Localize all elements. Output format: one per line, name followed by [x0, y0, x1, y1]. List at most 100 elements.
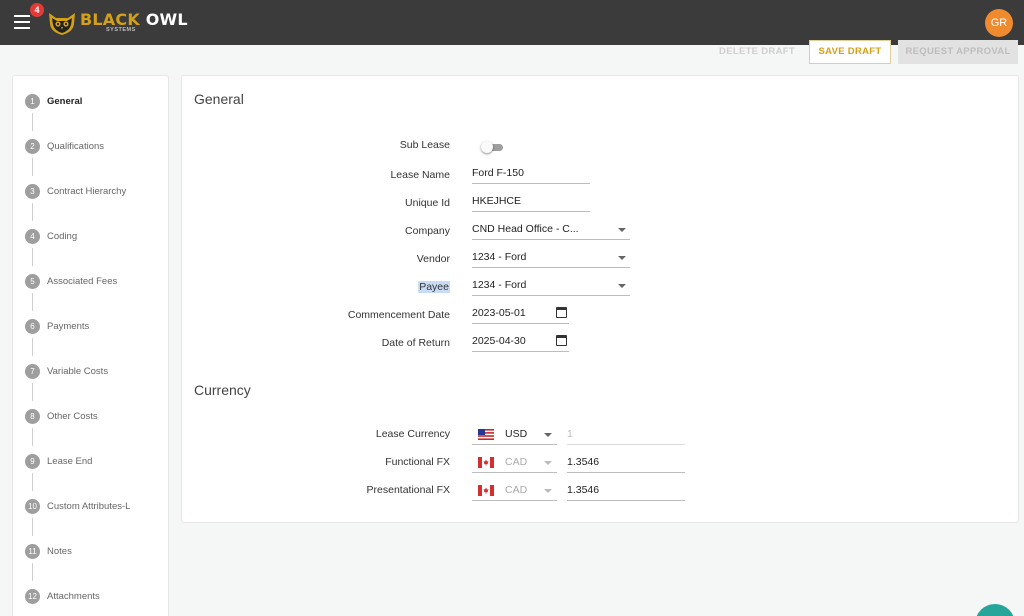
- presentational-currency-select: CAD: [472, 479, 557, 501]
- hamburger-menu-icon[interactable]: [14, 15, 30, 29]
- step-label: Variable Costs: [47, 365, 109, 377]
- step-number: 10: [25, 498, 40, 514]
- step-label: Contract Hierarchy: [47, 185, 127, 197]
- step-coding[interactable]: 4 Coding: [25, 228, 77, 244]
- step-general[interactable]: 1 General: [25, 93, 82, 109]
- chevron-down-icon: [618, 284, 626, 288]
- step-variable-costs[interactable]: 7 Variable Costs: [25, 363, 108, 379]
- step-number: 11: [25, 543, 40, 559]
- commencement-date-label: Commencement Date: [347, 309, 450, 321]
- payee-label: Payee: [418, 281, 450, 293]
- step-connector: [32, 518, 33, 536]
- step-number: 2: [25, 138, 40, 154]
- step-number: 5: [25, 273, 40, 289]
- chevron-down-icon: [618, 256, 626, 260]
- unique-id-label: Unique Id: [405, 197, 450, 209]
- lease-name-input[interactable]: Ford F-150: [472, 164, 590, 184]
- chevron-down-icon: [544, 461, 552, 465]
- step-notes[interactable]: 11 Notes: [25, 543, 72, 559]
- step-lease-end[interactable]: 9 Lease End: [25, 453, 92, 469]
- canada-flag-icon: [478, 485, 494, 496]
- us-flag-icon: [478, 429, 494, 440]
- step-number: 1: [25, 93, 40, 109]
- black-owl-logo[interactable]: BLACK OWL SYSTEMS: [47, 9, 188, 37]
- step-label: Custom Attributes-L: [47, 500, 131, 512]
- step-connector: [32, 338, 33, 356]
- step-label: Other Costs: [47, 410, 98, 422]
- chevron-down-icon: [618, 228, 626, 232]
- step-qualifications[interactable]: 2 Qualifications: [25, 138, 104, 154]
- currency-code: CAD: [505, 456, 528, 468]
- lease-currency-select[interactable]: USD: [472, 423, 557, 445]
- step-other-costs[interactable]: 8 Other Costs: [25, 408, 98, 424]
- step-connector: [32, 428, 33, 446]
- step-number: 12: [25, 588, 40, 604]
- step-connector: [32, 473, 33, 491]
- action-bar: DELETE DRAFT SAVE DRAFT REQUEST APPROVAL: [0, 40, 1024, 64]
- functional-fx-rate-input[interactable]: 1.3546: [567, 451, 685, 473]
- step-number: 6: [25, 318, 40, 334]
- step-connector: [32, 383, 33, 401]
- functional-currency-select: CAD: [472, 451, 557, 473]
- step-label: Coding: [47, 230, 78, 242]
- canada-flag-icon: [478, 457, 494, 468]
- top-app-bar: 4 BLACK OWL SYSTEMS GR: [0, 0, 1024, 45]
- step-connector: [32, 563, 33, 581]
- step-custom-attributes[interactable]: 10 Custom Attributes-L: [25, 498, 130, 514]
- date-of-return-input[interactable]: 2025-04-30: [472, 332, 569, 352]
- logo-word-owl: OWL: [145, 10, 188, 30]
- step-contract-hierarchy[interactable]: 3 Contract Hierarchy: [25, 183, 126, 199]
- currency-section-title: Currency: [194, 382, 251, 398]
- currency-code: USD: [505, 428, 528, 440]
- step-connector: [32, 248, 33, 266]
- logo-subtitle: SYSTEMS: [106, 27, 136, 34]
- floating-action-button[interactable]: [975, 604, 1015, 616]
- step-connector: [32, 158, 33, 176]
- calendar-icon[interactable]: [556, 335, 567, 346]
- lease-currency-rate: 1: [567, 423, 685, 445]
- lease-name-label: Lease Name: [390, 169, 450, 181]
- date-of-return-label: Date of Return: [381, 337, 450, 349]
- save-draft-button[interactable]: SAVE DRAFT: [809, 40, 891, 64]
- sub-lease-toggle[interactable]: [481, 140, 505, 154]
- step-connector: [32, 203, 33, 221]
- vendor-select[interactable]: 1234 - Ford: [472, 248, 630, 268]
- stepper-sidebar: 1 General 2 Qualifications 3 Contract Hi…: [12, 75, 169, 616]
- delete-draft-button[interactable]: DELETE DRAFT: [712, 40, 802, 64]
- chevron-down-icon: [544, 433, 552, 437]
- calendar-icon[interactable]: [556, 307, 567, 318]
- lease-form-card: General Sub Lease Lease Name Ford F-150 …: [181, 75, 1019, 523]
- company-label: Company: [405, 225, 450, 237]
- company-select[interactable]: CND Head Office - C...: [472, 220, 630, 240]
- notification-badge: 4: [30, 3, 44, 17]
- presentational-fx-rate-input[interactable]: 1.3546: [567, 479, 685, 501]
- step-number: 4: [25, 228, 40, 244]
- chevron-down-icon: [544, 489, 552, 493]
- payee-select[interactable]: 1234 - Ford: [472, 276, 630, 296]
- vendor-label: Vendor: [416, 253, 450, 265]
- commencement-date-input[interactable]: 2023-05-01: [472, 304, 569, 324]
- presentational-fx-label: Presentational FX: [366, 484, 450, 496]
- request-approval-button[interactable]: REQUEST APPROVAL: [898, 40, 1018, 64]
- functional-fx-label: Functional FX: [385, 456, 450, 468]
- step-number: 7: [25, 363, 40, 379]
- step-number: 9: [25, 453, 40, 469]
- step-payments[interactable]: 6 Payments: [25, 318, 89, 334]
- owl-logo-icon: [49, 13, 75, 35]
- step-associated-fees[interactable]: 5 Associated Fees: [25, 273, 117, 289]
- step-label: Payments: [47, 320, 90, 332]
- lease-currency-label: Lease Currency: [375, 428, 450, 440]
- unique-id-input[interactable]: HKEJHCE: [472, 192, 590, 212]
- step-label: Notes: [47, 545, 72, 557]
- step-number: 8: [25, 408, 40, 424]
- user-avatar[interactable]: GR: [985, 9, 1013, 37]
- step-label: General: [47, 95, 83, 107]
- step-attachments[interactable]: 12 Attachments: [25, 588, 100, 604]
- step-label: Associated Fees: [47, 275, 118, 287]
- general-section-title: General: [194, 91, 244, 107]
- sub-lease-label: Sub Lease: [399, 139, 450, 151]
- currency-code: CAD: [505, 484, 528, 496]
- step-label: Qualifications: [47, 140, 105, 152]
- step-number: 3: [25, 183, 40, 199]
- step-connector: [32, 293, 33, 311]
